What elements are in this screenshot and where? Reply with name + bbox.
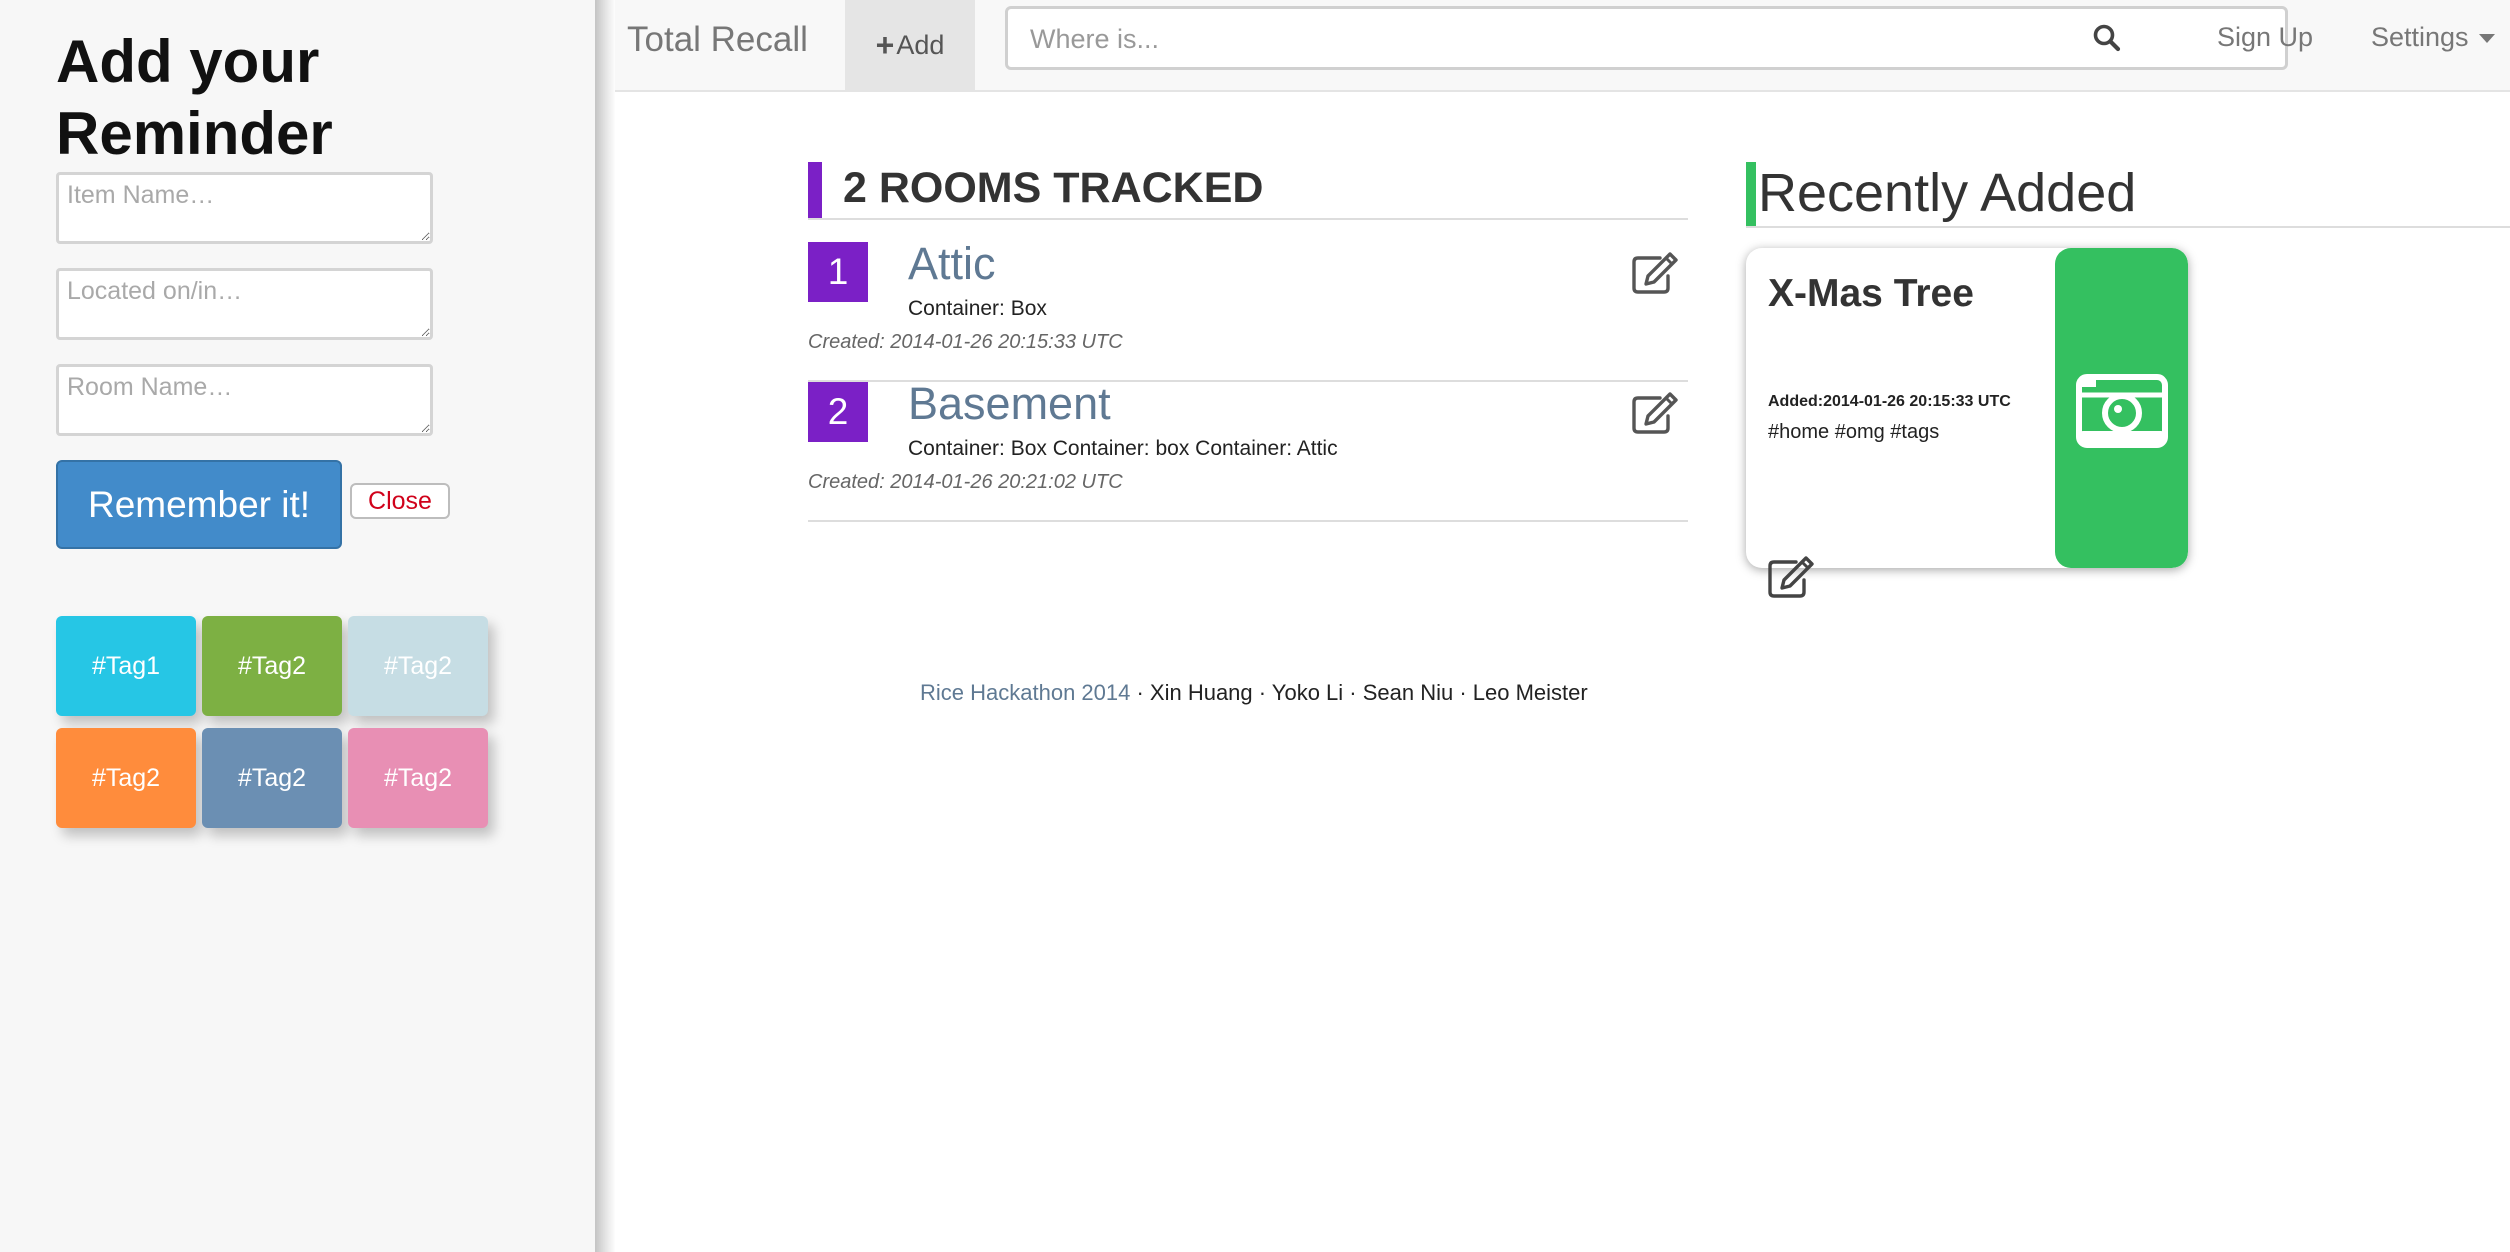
rooms-header: 2 ROOMS TRACKED [808,162,1688,220]
room-name-link[interactable]: Attic [908,238,996,290]
room-containers: Container: Box Container: box Container:… [908,437,1338,460]
add-label: Add [896,29,945,60]
plus-icon: + [875,26,895,63]
sign-up-link[interactable]: Sign Up [2217,22,2313,53]
room-row: 1 Attic Container: Box Created: 2014-01-… [808,238,1688,382]
item-tags: #home #omg #tags [1768,421,1940,443]
tag-tile[interactable]: #Tag2 [56,728,196,828]
tag-tile[interactable]: #Tag1 [56,616,196,716]
item-added-timestamp: Added:2014-01-26 20:15:33 UTC [1768,393,2011,411]
sidebar-title: Add your Reminder [56,28,333,167]
camera-icon [2076,374,2168,448]
footer-link[interactable]: Rice Hackathon 2014 [920,680,1130,705]
tag-tile[interactable]: #Tag2 [348,616,488,716]
search-input[interactable] [1028,17,2112,61]
item-photo-panel[interactable] [2055,248,2188,568]
search-box [1005,6,2288,70]
room-row: 2 Basement Container: Box Container: box… [808,378,1688,522]
added-label: Added: [1768,393,1824,410]
room-created-timestamp: Created: 2014-01-26 20:15:33 UTC [808,331,1123,353]
added-value: 2014-01-26 20:15:33 UTC [1823,393,2011,410]
item-name-field[interactable] [56,172,433,244]
room-created-timestamp: Created: 2014-01-26 20:21:02 UTC [808,471,1123,493]
footer: Rice Hackathon 2014 · Xin Huang · Yoko L… [920,680,1588,706]
top-navbar: Total Recall + Add Sign Up Settings [615,0,2510,92]
footer-names: · Xin Huang · Yoko Li · Sean Niu · Leo M… [1130,680,1588,705]
rooms-accent-bar [808,162,822,218]
recent-accent-bar [1746,162,1756,226]
brand-link[interactable]: Total Recall [627,20,808,60]
room-containers: Container: Box [908,297,1047,320]
room-name-link[interactable]: Basement [908,378,1111,430]
add-button[interactable]: + Add [845,0,975,90]
rooms-title: 2 ROOMS TRACKED [843,164,1264,212]
edit-icon[interactable] [1630,250,1680,296]
recently-added-header: Recently Added [1746,162,2510,228]
item-name: X-Mas Tree [1768,272,1974,315]
room-number-badge: 1 [808,242,868,302]
room-name-field[interactable] [56,364,433,436]
edit-icon[interactable] [1766,554,1816,600]
located-field[interactable] [56,268,433,340]
recently-added-title: Recently Added [1758,163,2137,223]
close-button[interactable]: Close [350,483,450,519]
remember-button[interactable]: Remember it! [56,460,342,549]
room-number-badge: 2 [808,382,868,442]
edit-icon[interactable] [1630,390,1680,436]
caret-down-icon [2478,34,2495,44]
tag-tile[interactable]: #Tag2 [202,728,342,828]
item-card[interactable]: X-Mas Tree Added:2014-01-26 20:15:33 UTC… [1746,248,2188,568]
settings-label: Settings [2371,22,2469,52]
reminder-sidebar: Add your Reminder Remember it! Close #Ta… [0,0,595,1252]
tag-tile[interactable]: #Tag2 [202,616,342,716]
settings-dropdown[interactable]: Settings [2371,22,2495,53]
tag-tile[interactable]: #Tag2 [348,728,488,828]
search-icon[interactable] [2091,22,2123,54]
sidebar-divider [595,0,615,1252]
